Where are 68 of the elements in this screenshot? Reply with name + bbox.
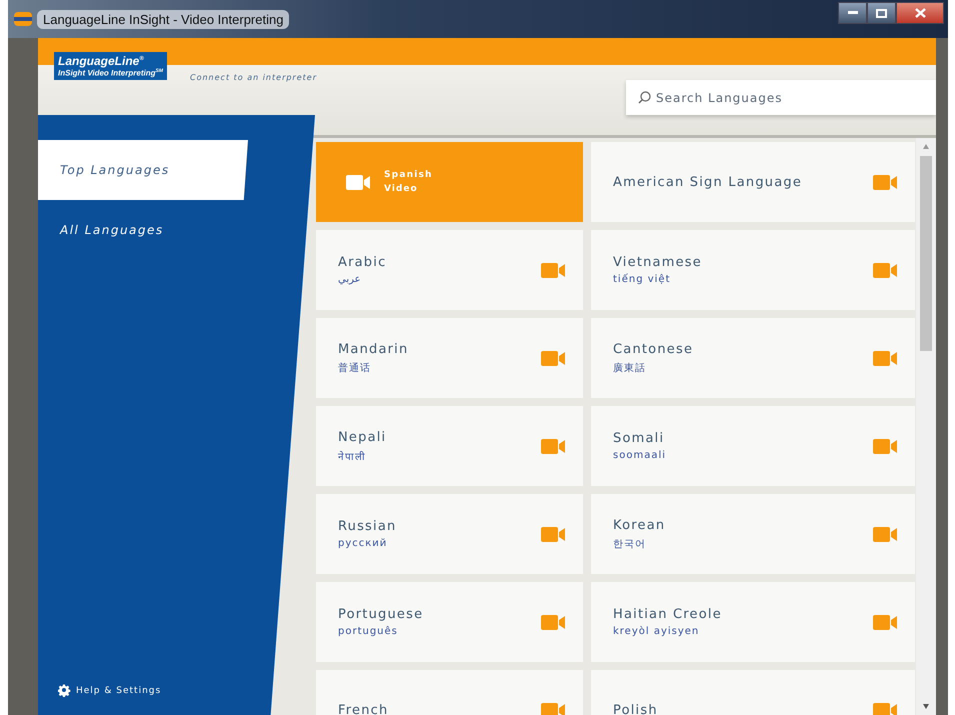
language-name: French <box>338 702 390 715</box>
language-name: Vietnamese <box>613 255 703 270</box>
native-name: soomaali <box>613 450 667 461</box>
video-camera-icon <box>873 526 897 542</box>
language-name: Russian <box>338 519 398 534</box>
video-camera-icon <box>541 262 565 278</box>
window-title: LanguageLine InSight - Video Interpreting <box>37 10 290 28</box>
native-name: नेपाली <box>338 450 367 462</box>
video-camera-icon <box>346 174 370 190</box>
native-name: tiếng việt <box>613 274 672 285</box>
maximize-icon <box>876 8 887 18</box>
logo: LanguageLine$^{®}$ InSight Video Interpreting$^{SM}$ <box>54 52 167 80</box>
search-field[interactable]: Search Languages <box>626 80 936 115</box>
video-camera-icon <box>873 702 897 715</box>
language-tile[interactable]: Russian русский <box>316 494 583 574</box>
language-name: Cantonese <box>613 342 694 356</box>
maximize-button[interactable] <box>867 2 896 24</box>
scrollbar[interactable] <box>916 138 936 715</box>
video-camera-icon <box>541 614 565 630</box>
video-camera-icon <box>541 350 565 366</box>
language-name: Portuguese <box>338 607 424 622</box>
language-tile[interactable]: French <box>316 670 583 715</box>
language-tile[interactable]: Portuguese português <box>316 582 583 662</box>
video-camera-icon <box>873 438 897 454</box>
tagline: Connect to an interpreter <box>190 73 317 82</box>
search-icon <box>638 91 651 104</box>
sidebar-tab[interactable]: Top Languages <box>38 140 248 200</box>
language-tile[interactable]: Nepali नेपाली <box>316 406 583 486</box>
video-camera-icon <box>873 262 897 278</box>
language-name: Korean <box>613 518 666 532</box>
video-camera-icon <box>541 526 565 542</box>
settings-icon <box>58 684 71 697</box>
native-name: 普通话 <box>338 362 372 374</box>
language-tile[interactable]: Korean 한국어 <box>591 494 915 574</box>
native-name: português <box>338 626 399 637</box>
minimize-button[interactable] <box>838 2 867 24</box>
language-tile[interactable]: Mandarin 普通话 <box>316 318 583 398</box>
video-camera-icon <box>873 614 897 630</box>
minimize-icon <box>848 11 858 15</box>
video-camera-icon <box>541 438 565 454</box>
close-icon <box>914 8 926 18</box>
language-name: Somali <box>613 431 666 446</box>
language-name: American Sign Language <box>613 174 804 190</box>
native-name: عربي <box>338 274 362 285</box>
language-name: Nepali <box>338 430 388 444</box>
tile-subtitle: Video <box>384 184 419 194</box>
sidebar-tab[interactable]: All Languages <box>38 200 268 260</box>
video-camera-icon <box>541 702 565 715</box>
language-name: Spanish <box>384 170 434 180</box>
language-tile[interactable]: Polish <box>591 670 915 715</box>
language-tile[interactable]: Somali soomaali <box>591 406 915 486</box>
language-tile[interactable]: Haitian Creole kreyòl ayisyen <box>591 582 915 662</box>
language-tile[interactable]: Cantonese 廣東話 <box>591 318 915 398</box>
video-camera-icon <box>873 350 897 366</box>
language-name: Arabic <box>338 255 388 270</box>
close-button[interactable] <box>896 2 944 24</box>
native-name: русский <box>338 538 388 549</box>
language-tile[interactable]: Vietnamese tiếng việt <box>591 230 915 310</box>
help-settings-link[interactable]: Help & Settings <box>76 686 162 696</box>
language-tile[interactable]: American Sign Language <box>591 142 915 222</box>
video-camera-icon <box>873 174 897 190</box>
native-name: kreyòl ayisyen <box>613 626 700 637</box>
app-icon <box>14 12 32 26</box>
native-name: 한국어 <box>613 538 647 550</box>
native-name: 廣東話 <box>613 362 647 374</box>
language-name: Haitian Creole <box>613 607 723 622</box>
language-name: Polish <box>613 702 659 715</box>
language-name: Mandarin <box>338 342 410 356</box>
